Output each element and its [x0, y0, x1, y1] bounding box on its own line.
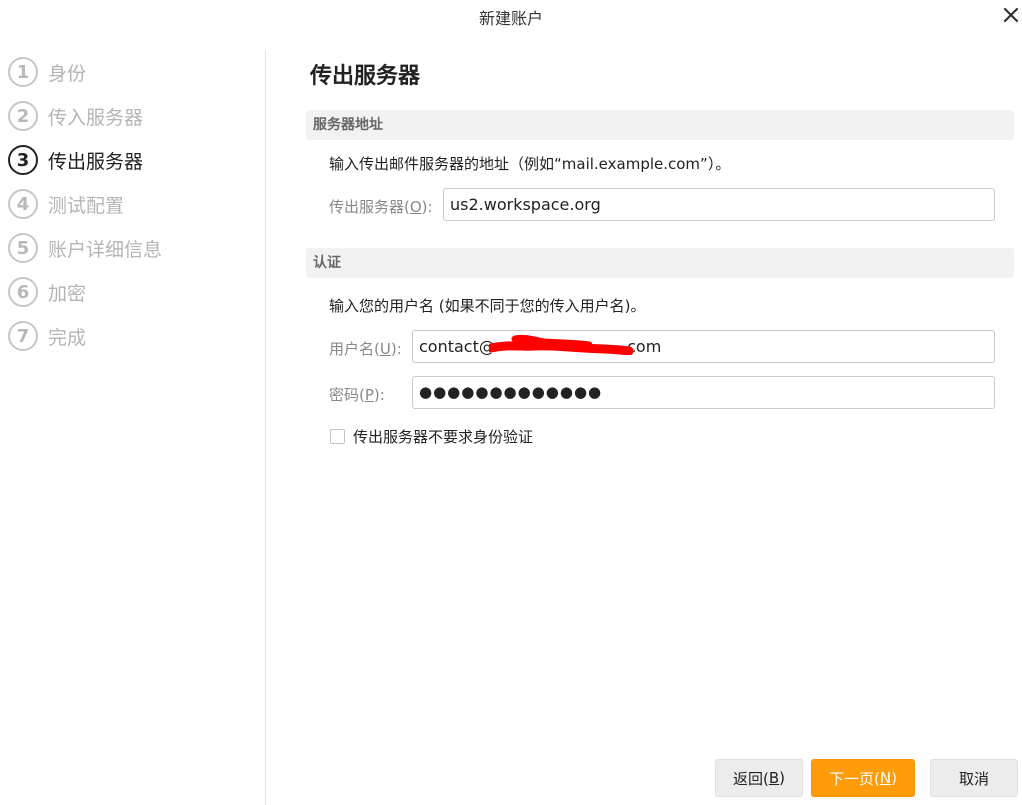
- next-button[interactable]: 下一页(N): [811, 759, 915, 797]
- step-finish[interactable]: 7 完成: [8, 318, 86, 354]
- step-encryption[interactable]: 6 加密: [8, 274, 86, 310]
- step-account-details[interactable]: 5 账户详细信息: [8, 230, 162, 266]
- step-test-config[interactable]: 4 测试配置: [8, 186, 124, 222]
- authentication-description: 输入您的用户名 (如果不同于您的传入用户名)。: [329, 297, 646, 315]
- outgoing-server-input[interactable]: [443, 188, 995, 221]
- username-input[interactable]: [412, 330, 995, 363]
- wizard-steps-sidebar: 1 身份 2 传入服务器 3 传出服务器 4 测试配置 5 账户详细信息 6 加…: [0, 50, 266, 805]
- step-number: 5: [8, 233, 38, 263]
- outgoing-server-label: 传出服务器(O):: [329, 198, 433, 216]
- step-identity[interactable]: 1 身份: [8, 54, 86, 90]
- back-button[interactable]: 返回(B): [715, 759, 803, 797]
- no-auth-checkbox-row[interactable]: 传出服务器不要求身份验证: [330, 426, 533, 447]
- step-number: 6: [8, 277, 38, 307]
- step-number: 7: [8, 321, 38, 351]
- step-label: 身份: [48, 62, 87, 85]
- password-input[interactable]: ●●●●●●●●●●●●●: [412, 376, 995, 409]
- step-label: 加密: [48, 282, 87, 305]
- no-auth-checkbox-label: 传出服务器不要求身份验证: [353, 428, 534, 446]
- server-address-description: 输入传出邮件服务器的地址（例如“mail.example.com”）。: [329, 155, 731, 173]
- step-number: 2: [8, 101, 38, 131]
- step-number: 4: [8, 189, 38, 219]
- server-address-section-header: 服务器地址: [306, 110, 1014, 140]
- step-number: 3: [8, 145, 38, 175]
- step-label: 传入服务器: [48, 106, 144, 129]
- authentication-section-header: 认证: [306, 248, 1014, 278]
- no-auth-checkbox[interactable]: [330, 429, 345, 444]
- step-label: 传出服务器: [48, 150, 144, 173]
- title-bar: 新建账户: [0, 0, 1022, 32]
- password-label: 密码(P):: [329, 386, 385, 404]
- close-icon: [1003, 7, 1019, 23]
- step-label: 账户详细信息: [48, 238, 163, 261]
- page-title: 传出服务器: [310, 64, 421, 89]
- step-label: 测试配置: [48, 194, 125, 217]
- window-title: 新建账户: [478, 9, 543, 28]
- close-button[interactable]: [1000, 4, 1022, 26]
- step-number: 1: [8, 57, 38, 87]
- username-label: 用户名(U):: [329, 340, 402, 358]
- step-label: 完成: [48, 326, 87, 349]
- step-incoming-server[interactable]: 2 传入服务器: [8, 98, 143, 134]
- cancel-button[interactable]: 取消: [930, 759, 1018, 797]
- step-outgoing-server[interactable]: 3 传出服务器: [8, 142, 143, 178]
